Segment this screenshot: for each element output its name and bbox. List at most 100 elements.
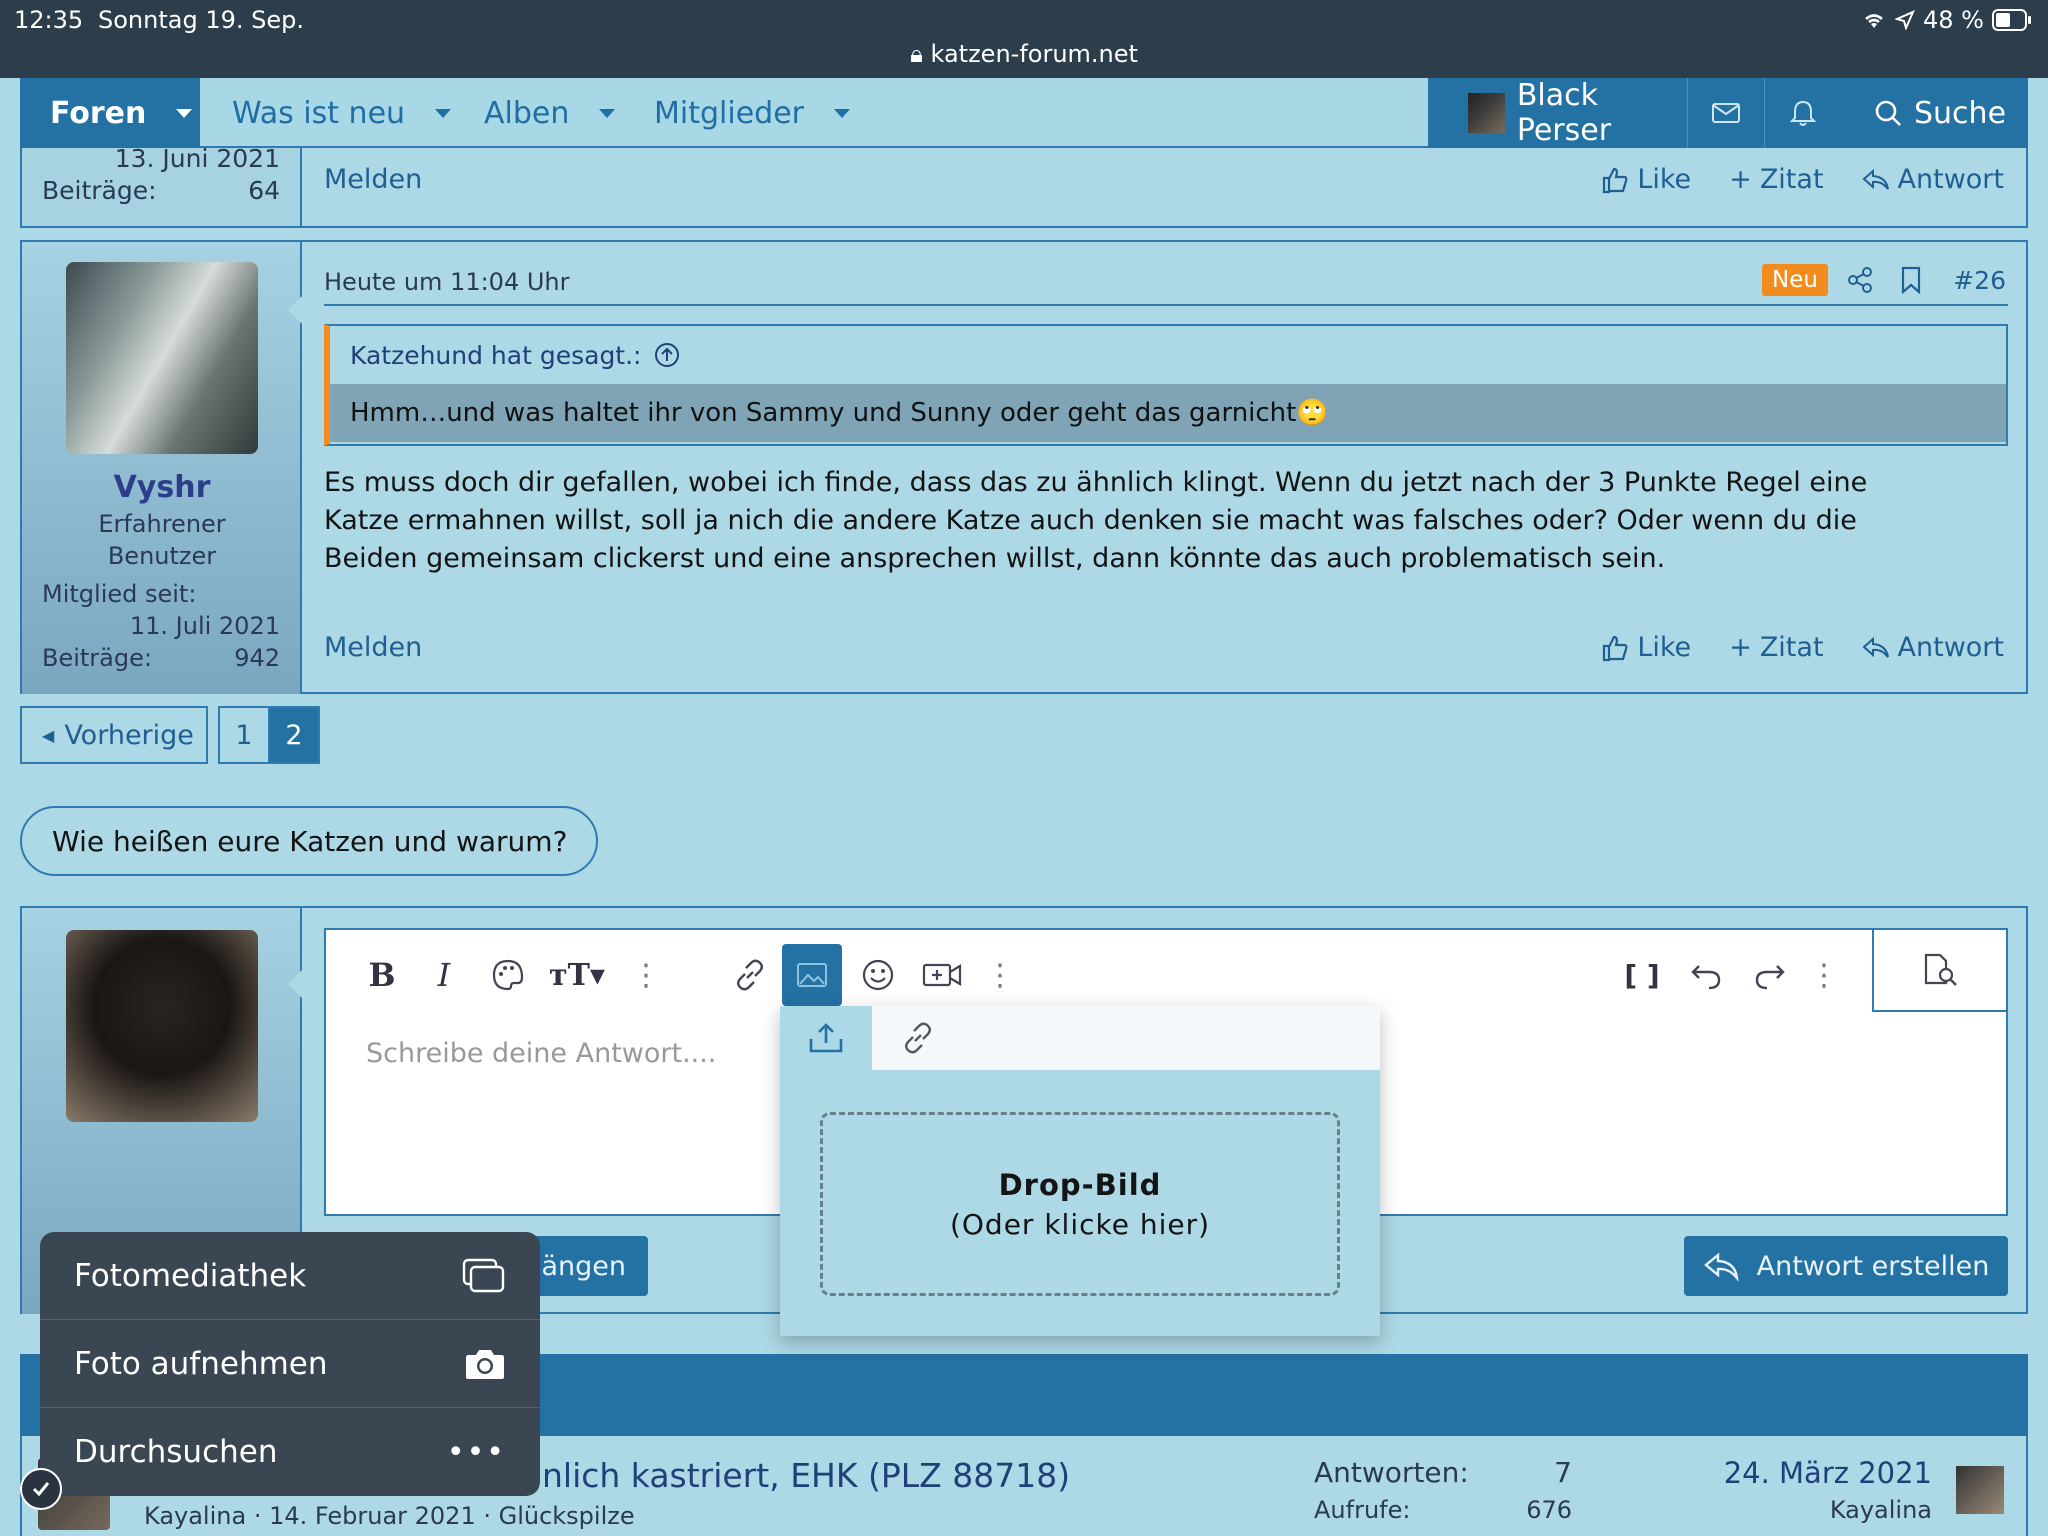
quote-author: Katzehund hat gesagt.: (350, 340, 642, 370)
menu-item-take-photo[interactable]: Foto aufnehmen (40, 1320, 540, 1408)
preview-button[interactable] (1872, 930, 2008, 1012)
nav-was-ist-neu[interactable]: Was ist neu (232, 78, 452, 148)
username[interactable]: Vyshr (22, 470, 302, 505)
posts-label: Beiträge: (42, 644, 152, 672)
preview-icon (1922, 953, 1960, 987)
nav-foren[interactable]: Foren (20, 78, 200, 148)
alerts-button[interactable] (1764, 78, 1841, 148)
posts-count: 64 (248, 176, 280, 205)
envelope-icon (1711, 101, 1741, 125)
checkmark-icon[interactable] (20, 1468, 62, 1510)
user-avatar[interactable] (66, 262, 258, 454)
pagination-prev[interactable]: ◀ Vorherige (20, 706, 208, 764)
redo-icon[interactable] (1750, 952, 1790, 998)
video-add-icon[interactable] (920, 952, 964, 998)
quote-button[interactable]: + Zitat (1729, 164, 1823, 195)
account-username: Black Perser (1516, 78, 1612, 148)
post-body: Es muss doch dir gefallen, wobei ich fin… (324, 464, 2014, 578)
thread-link[interactable]: nlich kastriert, EHK (PLZ 88718) (542, 1456, 1070, 1495)
pane-arrow (288, 294, 304, 326)
bookmark-icon[interactable] (1900, 266, 1922, 294)
plus-icon: + (1729, 632, 1752, 663)
quote-header[interactable]: Katzehund hat gesagt.: (330, 326, 2006, 384)
status-indicators: 48 % (1861, 6, 2032, 34)
battery-percent: 48 % (1923, 6, 1984, 34)
post-number[interactable]: #26 (1953, 266, 2006, 295)
report-link[interactable]: Melden (324, 164, 422, 195)
post-body-line: Es muss doch dir gefallen, wobei ich fin… (324, 467, 1868, 498)
post-body-line: Beiden gemeinsam clickerst und eine ansp… (324, 543, 1666, 574)
views-count: 676 (1526, 1496, 1572, 1524)
nav-alben[interactable]: Alben (484, 78, 616, 148)
tab-upload[interactable] (780, 1006, 872, 1070)
pagination-page-1[interactable]: 1 (218, 706, 270, 764)
menu-item-label: Durchsuchen (74, 1434, 278, 1470)
reply-button[interactable]: Antwort (1862, 164, 2004, 195)
arrow-up-circle-icon[interactable] (653, 341, 681, 369)
bell-icon (1790, 99, 1816, 127)
reply-arrow-icon (1862, 636, 1890, 660)
chevron-left-icon: ◀ (42, 725, 55, 745)
reply-label: Antwort (1897, 632, 2004, 663)
reply-placeholder[interactable]: Schreibe deine Antwort.... (366, 1038, 716, 1069)
account-user[interactable]: Black Perser (1428, 78, 1687, 148)
post-actions: Like + Zitat Antwort (1601, 632, 2004, 663)
user-avatar (66, 930, 258, 1122)
camera-icon (464, 1347, 506, 1381)
user-role-line2: Benutzer (107, 542, 217, 570)
status-time: 12:35 (14, 6, 84, 34)
battery-icon (1992, 9, 2032, 31)
reply-arrow-icon (1703, 1251, 1741, 1281)
like-button[interactable]: Like (1601, 632, 1691, 663)
status-bar: 12:35 Sonntag 19. Sep. 🔒︎ katzen-forum.n… (0, 0, 2048, 78)
image-insert-button[interactable] (782, 944, 842, 1006)
submit-reply-button[interactable]: Antwort erstellen (1684, 1236, 2008, 1296)
like-label: Like (1637, 164, 1692, 195)
last-post-date[interactable]: 24. März 2021 (1722, 1456, 1932, 1490)
quote-label: Zitat (1759, 632, 1824, 663)
chevron-down-icon[interactable] (834, 108, 850, 118)
plus-icon: + (1729, 164, 1752, 195)
menu-item-browse[interactable]: Durchsuchen ••• (40, 1408, 540, 1496)
more-vertical-icon[interactable]: ⋮ (1809, 952, 1839, 998)
photo-library-icon (462, 1258, 506, 1294)
lock-icon: 🔒︎ (910, 40, 931, 68)
pagination-page-2[interactable]: 2 (268, 706, 320, 764)
tab-url[interactable] (872, 1006, 964, 1070)
chevron-down-icon[interactable] (176, 108, 193, 118)
smiley-icon[interactable] (858, 952, 898, 998)
palette-icon[interactable] (488, 952, 528, 998)
chevron-down-icon[interactable] (435, 108, 452, 118)
drop-title: Drop-Bild (998, 1167, 1162, 1202)
pagination-prev-label: Vorherige (64, 719, 194, 751)
drop-zone[interactable]: Drop-Bild (Oder klicke hier) (820, 1112, 1340, 1296)
page-number: 1 (235, 719, 253, 751)
undo-icon[interactable] (1686, 952, 1726, 998)
quote-button[interactable]: + Zitat (1729, 632, 1823, 663)
nav-mitglieder[interactable]: Mitglieder (654, 78, 850, 148)
like-button[interactable]: Like (1601, 164, 1691, 195)
more-vertical-icon[interactable]: ⋮ (985, 952, 1015, 998)
post-time[interactable]: Heute um 11:04 Uhr (324, 268, 569, 296)
search-button[interactable]: Suche (1856, 78, 2028, 148)
upload-icon (808, 1021, 844, 1055)
chevron-down-icon[interactable] (599, 108, 616, 118)
more-vertical-icon[interactable]: ⋮ (631, 952, 661, 998)
address-bar[interactable]: 🔒︎ katzen-forum.net (0, 40, 2048, 68)
status-date: Sonntag 19. Sep. (98, 6, 304, 34)
report-link[interactable]: Melden (324, 632, 422, 663)
brackets-icon[interactable]: [ ] (1622, 952, 1662, 998)
user-role-line1: Erfahrener (98, 510, 226, 538)
italic-icon[interactable]: I (424, 952, 464, 998)
inbox-button[interactable] (1687, 78, 1764, 148)
url-text: katzen-forum.net (930, 40, 1138, 68)
bold-icon[interactable]: B (362, 952, 402, 998)
reply-button[interactable]: Antwort (1862, 632, 2004, 663)
font-size-icon[interactable]: тT▾ (548, 952, 606, 998)
menu-item-photo-library[interactable]: Fotomediathek (40, 1232, 540, 1320)
last-post-user[interactable]: Kayalina (1722, 1496, 1932, 1524)
share-icon[interactable] (1846, 266, 1874, 294)
pane-arrow (288, 968, 304, 1000)
thread-title: Wie heißen eure Katzen und warum? (20, 806, 598, 876)
link-icon[interactable] (730, 952, 770, 998)
